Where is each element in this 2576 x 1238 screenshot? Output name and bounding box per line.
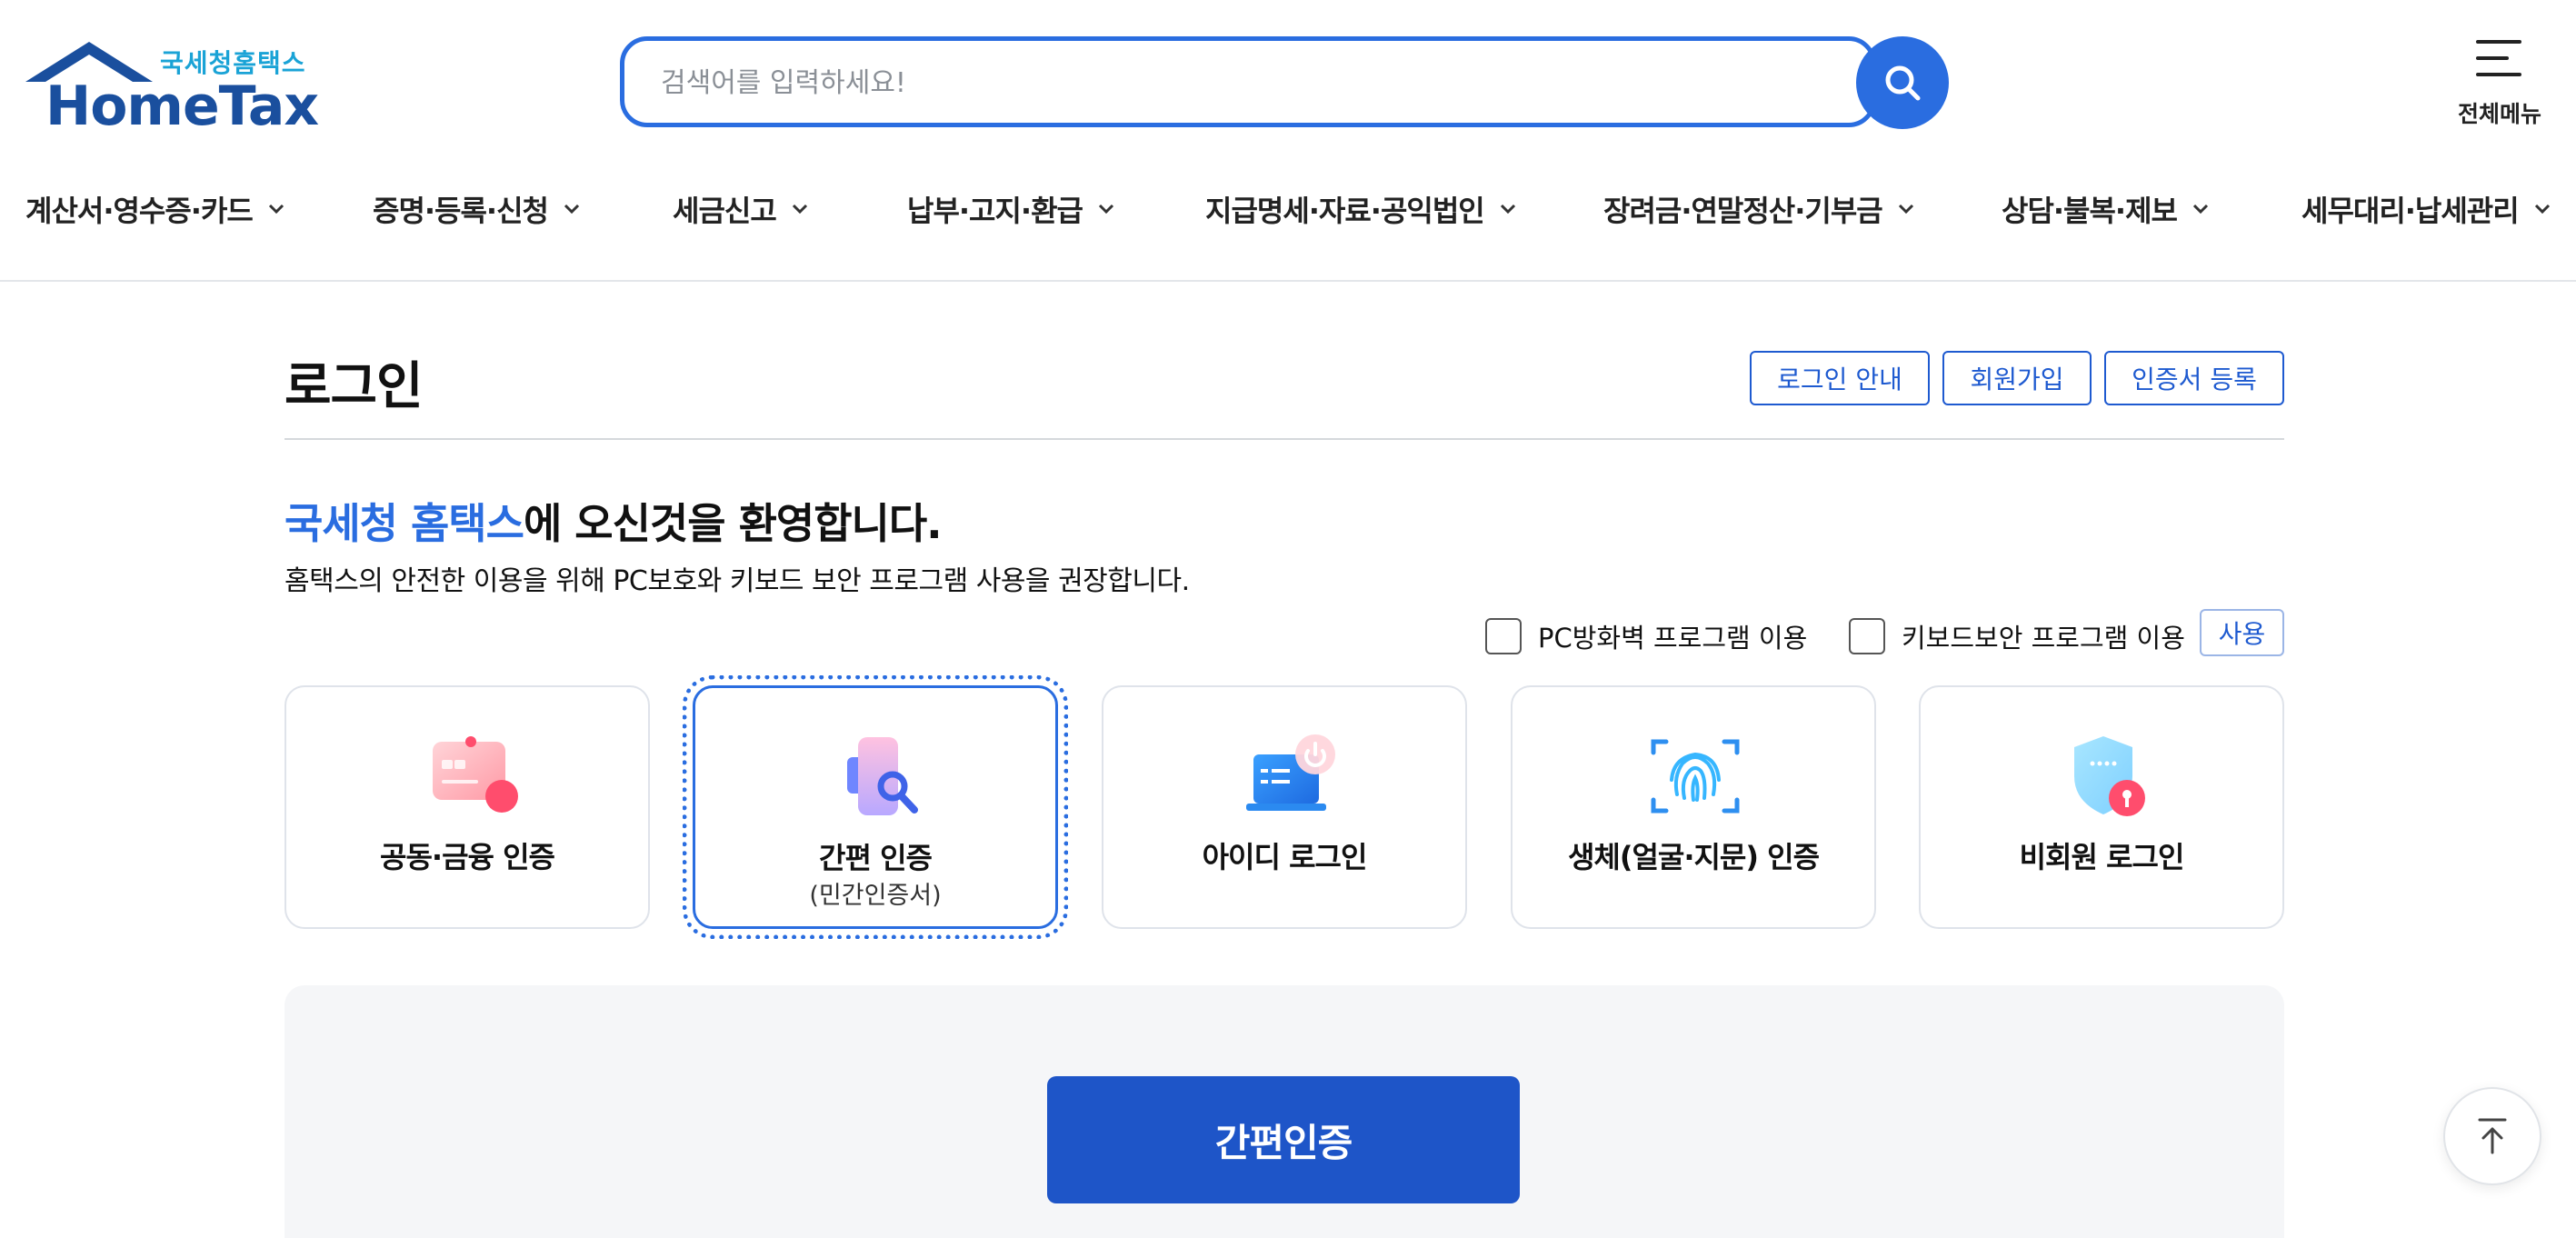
nav-item-label: 상담·불복·제보 [2002, 194, 2178, 228]
method-label: 아이디 로그인 [1202, 840, 1368, 874]
firewall-checkbox-label: PC방화벽 프로그램 이용 [1538, 623, 1808, 654]
method-card-simple-auth[interactable]: 간편 인증 (민간인증서) [683, 675, 1068, 939]
nav-item-agent[interactable]: 세무대리·납세관리 [2301, 182, 2551, 236]
chevron-down-icon [1898, 204, 1913, 215]
simple-auth-phone-icon [847, 737, 918, 815]
certificate-card-icon [433, 736, 518, 813]
method-card-guest[interactable]: 비회원 로그인 [1919, 685, 2284, 929]
login-guide-button[interactable]: 로그인 안내 [1750, 351, 1930, 405]
chevron-down-icon [268, 204, 284, 215]
search-input[interactable] [661, 63, 1752, 103]
firewall-checkbox[interactable]: PC방화벽 프로그램 이용 [1485, 616, 1807, 656]
nav-item-label: 세금신고 [673, 194, 777, 228]
nav-item-label: 장려금·연말정산·기부금 [1603, 194, 1883, 228]
method-label: 생체(얼굴·지문) 인증 [1567, 840, 1820, 874]
nav-item-consult[interactable]: 상담·불복·제보 [2002, 182, 2210, 236]
checkbox-box[interactable] [1485, 618, 1522, 654]
search-box [620, 36, 1876, 127]
welcome-text: 에 오신것을 환영합니다. [523, 499, 943, 548]
nav-item-certificate[interactable]: 증명·등록·신청 [373, 182, 581, 236]
nav-item-label: 지급명세·자료·공익법인 [1205, 194, 1485, 228]
nav-item-invoice[interactable]: 계산서·영수증·카드 [25, 182, 285, 236]
use-button[interactable]: 사용 [2200, 609, 2284, 656]
title-divider [285, 438, 2284, 440]
method-label: 공동·금융 인증 [380, 840, 555, 874]
method-card-biometric[interactable]: 생체(얼굴·지문) 인증 [1511, 685, 1876, 929]
method-sublabel: (민간인증서) [809, 882, 942, 910]
arrow-up-icon [2478, 1118, 2507, 1154]
simple-auth-button[interactable]: 간편인증 [1047, 1076, 1520, 1203]
welcome-heading: 국세청 홈택스에 오신것을 환영합니다. [285, 491, 943, 551]
search-button[interactable] [1856, 36, 1949, 129]
method-label: 간편 인증 [819, 841, 933, 875]
nav-item-label: 납부·고지·환급 [907, 194, 1083, 228]
laptop-power-icon [1246, 734, 1335, 811]
chevron-down-icon [792, 204, 807, 215]
nav-item-label: 계산서·영수증·카드 [25, 194, 254, 228]
hamburger-icon [2476, 36, 2521, 78]
security-description: 홈택스의 안전한 이용을 위해 PC보호와 키보드 보안 프로그램 사용을 권장… [285, 565, 1190, 597]
method-card-id-login[interactable]: 아이디 로그인 [1102, 685, 1467, 929]
chevron-down-icon [1098, 204, 1114, 215]
keyboard-security-label: 키보드보안 프로그램 이용 [1902, 623, 2185, 654]
scroll-top-button[interactable] [2443, 1087, 2541, 1185]
chevron-down-icon [1500, 204, 1515, 215]
main-navigation: 계산서·영수증·카드 증명·등록·신청 세금신고 납부·고지·환급 지급명세·자… [0, 182, 2576, 236]
nav-item-label: 세무대리·납세관리 [2301, 194, 2520, 228]
chevron-down-icon [2534, 204, 2550, 215]
method-card-joint-cert[interactable]: 공동·금융 인증 [285, 685, 650, 929]
nav-item-payment[interactable]: 납부·고지·환급 [907, 182, 1115, 236]
chevron-down-icon [564, 204, 580, 215]
cert-register-button[interactable]: 인증서 등록 [2104, 351, 2284, 405]
hometax-logo[interactable]: 국세청홈택스 HomeTax [25, 36, 319, 138]
search-icon [1885, 65, 1921, 101]
welcome-highlight: 국세청 홈택스 [285, 499, 524, 548]
page-title: 로그인 [285, 357, 424, 416]
method-label: 비회원 로그인 [2019, 840, 2185, 874]
all-menu-button[interactable]: 전체메뉴 [2445, 36, 2554, 127]
all-menu-label: 전체메뉴 [2457, 101, 2541, 127]
shield-lock-icon [2074, 736, 2145, 816]
nav-item-label: 증명·등록·신청 [373, 194, 549, 228]
chevron-down-icon [2192, 204, 2209, 215]
fingerprint-icon [1651, 739, 1740, 814]
logo-wordmark: HomeTax [45, 75, 319, 138]
keyboard-security-checkbox[interactable]: 키보드보안 프로그램 이용 [1849, 616, 2185, 656]
site-header: 국세청홈택스 HomeTax 전체메뉴 계산서·영수증·카드 증명·등록·신청 … [0, 0, 2576, 282]
signup-button[interactable]: 회원가입 [1942, 351, 2092, 405]
checkbox-box[interactable] [1849, 618, 1885, 654]
nav-item-incentive[interactable]: 장려금·연말정산·기부금 [1603, 182, 1915, 236]
nav-item-statements[interactable]: 지급명세·자료·공익법인 [1205, 182, 1517, 236]
nav-item-tax-report[interactable]: 세금신고 [673, 182, 809, 236]
